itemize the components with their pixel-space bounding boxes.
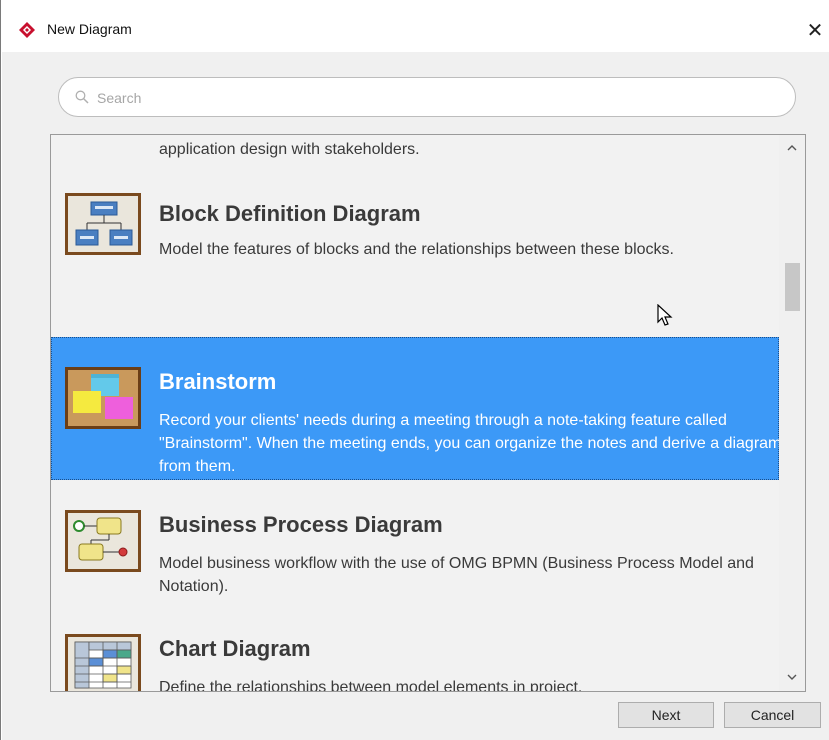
list-item-description: application design with stakeholders. [159,141,420,158]
brainstorm-icon [65,367,141,429]
cancel-button[interactable]: Cancel [724,702,821,728]
list-item-chart-diagram[interactable]: Chart Diagram Define the relationships b… [51,604,779,691]
list-item-title: Business Process Diagram [159,512,443,537]
list-item-description: Model the features of blocks and the rel… [159,241,674,258]
list-item-block-definition-diagram[interactable]: Block Definition Diagram Model the featu… [51,179,779,283]
scroll-down-button[interactable] [779,667,805,687]
scrollbar-thumb[interactable] [785,263,800,311]
search-icon [75,90,89,104]
list-item-partial[interactable]: application design with stakeholders. [51,135,779,179]
diagram-type-list-viewport: application design with stakeholders. Bl… [51,135,779,691]
list-item-title: Block Definition Diagram [159,201,421,226]
list-item-brainstorm[interactable]: Brainstorm Record your clients' needs du… [51,337,779,480]
next-button[interactable]: Next [618,702,714,728]
list-item-description: Define the relationships between model e… [159,679,583,691]
business-process-diagram-icon [65,510,141,572]
scroll-up-button[interactable] [779,138,805,158]
mouse-cursor-icon [657,303,673,328]
block-definition-diagram-icon [65,193,141,255]
close-icon: ✕ [806,19,824,42]
list-item-title: Chart Diagram [159,636,311,661]
new-diagram-dialog: New Diagram ✕ application design with st… [0,0,829,740]
close-button[interactable]: ✕ [801,12,829,48]
visual-paradigm-logo-icon [19,22,35,38]
title-bar[interactable]: New Diagram ✕ [1,0,829,52]
vertical-scrollbar[interactable] [779,135,805,691]
dialog-content: application design with stakeholders. [2,52,829,740]
chart-diagram-icon [65,634,141,691]
dialog-title: New Diagram [47,21,132,37]
chevron-down-icon [787,671,797,683]
list-item-business-process-diagram[interactable]: Business Process Diagram Model business … [51,480,779,604]
list-item-description: Record your clients' needs during a meet… [159,412,779,475]
search-input[interactable] [97,87,777,109]
chevron-up-icon [787,142,797,154]
list-item-description: Model business workflow with the use of … [159,555,754,595]
search-box[interactable] [58,77,796,117]
diagram-type-list: application design with stakeholders. Bl… [50,134,806,692]
list-item-title: Brainstorm [159,369,277,394]
